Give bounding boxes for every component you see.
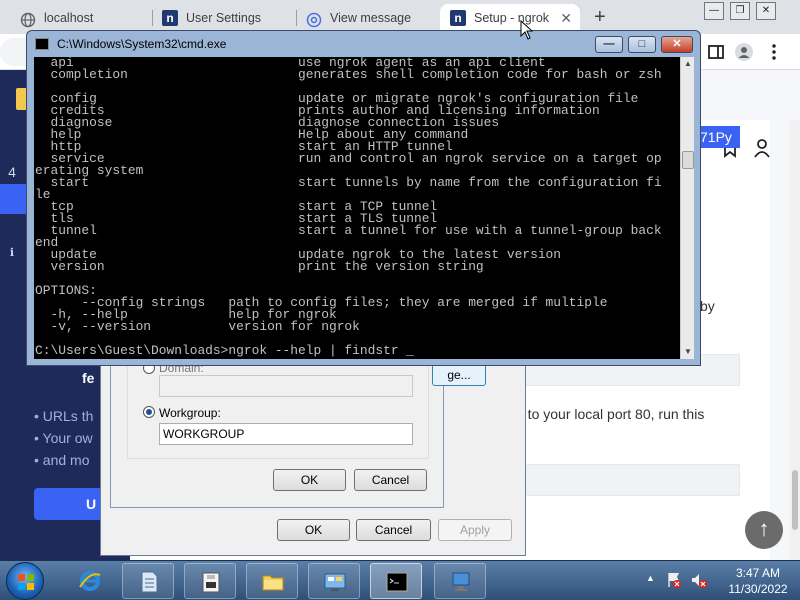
window-close-button[interactable]: ✕ — [756, 2, 776, 20]
workgroup-radio[interactable] — [143, 406, 155, 418]
window-title: C:\Windows\System32\cmd.exe — [57, 37, 227, 51]
scrollbar-thumb[interactable] — [792, 470, 798, 530]
clock-date[interactable]: 11/30/2022 — [720, 582, 796, 596]
close-button[interactable]: ✕ — [661, 36, 693, 53]
sidebar-active-marker[interactable] — [0, 184, 28, 214]
folder-icon — [261, 570, 285, 594]
promo-bullet: • URLs th — [34, 408, 94, 424]
authtoken-highlight[interactable]: 71Py — [698, 126, 740, 148]
flag-alert-icon[interactable] — [666, 571, 682, 592]
promo-bullet: • and mo — [34, 452, 90, 468]
close-icon[interactable]: ✕ — [560, 4, 572, 32]
new-tab-button[interactable]: + — [594, 4, 606, 30]
ngrok-icon: n — [450, 10, 466, 26]
taskbar-cmd[interactable] — [370, 563, 422, 599]
browser-tab-bar: localhost n User Settings View message n… — [0, 0, 800, 34]
taskbar-network[interactable] — [434, 563, 486, 599]
tab-label: localhost — [44, 11, 94, 25]
system-tray: ▲ 3:47 AM 11/30/2022 — [640, 561, 800, 600]
profile-icon[interactable] — [734, 42, 754, 62]
notepad-doc-icon — [137, 570, 161, 594]
tab-label: Setup - ngrok — [474, 11, 550, 25]
cancel-button[interactable]: Cancel — [354, 469, 427, 491]
tab-label: View message — [330, 11, 412, 25]
apply-button[interactable]: Apply — [438, 519, 512, 541]
ok-button[interactable]: OK — [273, 469, 346, 491]
promo-headline: fe — [82, 370, 95, 386]
more-menu-icon[interactable] — [764, 42, 784, 62]
taskbar-control-panel[interactable] — [308, 563, 360, 599]
ok-button[interactable]: OK — [277, 519, 350, 541]
workgroup-label: Workgroup: — [159, 406, 221, 420]
instruction-text: g to your local port 80, run this — [516, 406, 705, 422]
scrollbar-thumb[interactable] — [682, 151, 694, 169]
scroll-up-icon[interactable]: ▲ — [681, 57, 695, 71]
start-button[interactable] — [6, 562, 44, 600]
taskbar: ▲ 3:47 AM 11/30/2022 — [0, 560, 800, 600]
console-scrollbar[interactable]: ▲ ▼ — [680, 57, 694, 359]
cmd-icon — [385, 570, 409, 594]
promo-bullet: • Your ow — [34, 430, 93, 446]
cancel-button[interactable]: Cancel — [356, 519, 431, 541]
at-sign-icon — [306, 10, 322, 28]
taskbar-explorer[interactable] — [246, 563, 298, 599]
minimize-button[interactable]: — — [595, 36, 623, 53]
show-hidden-icons-icon[interactable]: ▲ — [646, 573, 655, 583]
mouse-cursor-icon — [520, 19, 534, 43]
tab-user-settings[interactable]: n User Settings — [152, 4, 294, 32]
instruction-text: by — [700, 298, 715, 314]
taskbar-internet-explorer[interactable] — [64, 563, 116, 599]
workgroup-field[interactable]: WORKGROUP — [159, 423, 413, 445]
window-maximize-button[interactable]: ❐ — [730, 2, 750, 20]
ie-icon — [78, 569, 102, 593]
console-output[interactable]: api use ngrok agent as an api client com… — [34, 57, 680, 359]
network-computer-icon — [449, 570, 473, 594]
taskbar-notepad[interactable] — [122, 563, 174, 599]
computer-name-changes-dialog: Domain: Workgroup: WORKGROUP OK Cancel — [110, 348, 444, 508]
cmd-icon — [35, 38, 49, 50]
windows-logo-icon — [18, 574, 34, 590]
side-panel-icon[interactable] — [706, 42, 726, 62]
tab-label: User Settings — [186, 11, 262, 25]
tab-view-message[interactable]: View message — [296, 4, 438, 32]
maximize-button[interactable]: □ — [628, 36, 656, 53]
scroll-to-top-button[interactable]: ↑ — [745, 511, 783, 549]
window-minimize-button[interactable]: — — [704, 2, 724, 20]
ngrok-icon: n — [162, 10, 178, 26]
console-text: api use ngrok agent as an api client com… — [35, 57, 662, 358]
floppy-icon — [199, 570, 223, 594]
page-scrollbar[interactable] — [790, 120, 800, 560]
volume-muted-icon[interactable] — [690, 571, 708, 592]
code-block — [520, 464, 740, 496]
sidebar-step-icon: ℹ — [9, 247, 15, 259]
sidebar-step-number: 4 — [8, 164, 16, 180]
more-button[interactable]: ge... — [432, 364, 486, 386]
tab-localhost[interactable]: localhost — [10, 4, 150, 32]
account-icon[interactable] — [754, 138, 770, 161]
taskbar-disk[interactable] — [184, 563, 236, 599]
control-panel-icon — [323, 570, 347, 594]
tab-setup-ngrok[interactable]: n Setup - ngrok ✕ — [440, 4, 580, 32]
cmd-window: C:\Windows\System32\cmd.exe — □ ✕ api us… — [26, 30, 701, 366]
scroll-down-icon[interactable]: ▼ — [681, 345, 695, 359]
globe-icon — [20, 10, 36, 28]
clock-time[interactable]: 3:47 AM — [720, 566, 796, 580]
domain-field[interactable] — [159, 375, 413, 397]
